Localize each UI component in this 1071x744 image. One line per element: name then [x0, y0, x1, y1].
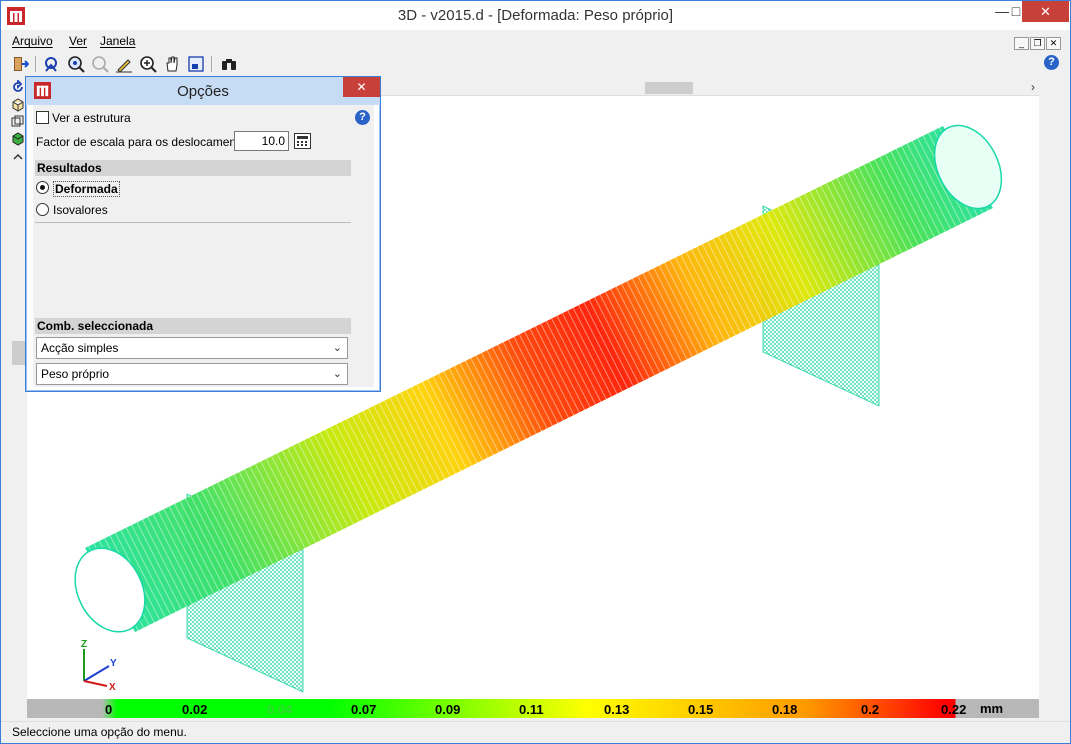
mdi-minimize-button[interactable]: _: [1014, 37, 1029, 50]
legend-value: 0.11: [519, 702, 544, 717]
rotate-view-icon[interactable]: [43, 55, 61, 73]
solid-view-icon[interactable]: [11, 132, 25, 146]
radio-deformada-label: Deformada: [53, 181, 120, 197]
status-text: Seleccione uma opção do menu.: [12, 725, 187, 739]
legend-value: 0.2: [861, 702, 880, 717]
radio-deformada[interactable]: [36, 181, 49, 194]
action-select-value: Acção simples: [41, 341, 119, 355]
status-bar: Seleccione uma opção do menu.: [1, 721, 1070, 743]
legend-value: 0.15: [688, 702, 714, 717]
legend-value: 0.04: [267, 702, 293, 717]
window-title: 3D - v2015.d - [Deformada: Peso próprio]: [397, 7, 674, 24]
pan-hand-icon[interactable]: [163, 55, 181, 73]
vertical-scroll-thumb[interactable]: [12, 341, 26, 365]
help-icon[interactable]: ?: [1044, 55, 1059, 70]
options-body: Ver a estrutura ? Factor de escala para …: [33, 105, 374, 387]
results-section-header: Resultados: [35, 160, 351, 176]
color-legend: 0 0.02 0.04 0.07 0.09 0.11 0.13 0.15 0.1…: [27, 699, 1039, 718]
menu-arquivo[interactable]: Arquivo: [12, 34, 53, 48]
show-structure-label: Ver a estrutura: [52, 111, 131, 125]
load-select-value: Peso próprio: [41, 367, 110, 381]
close-button[interactable]: ✕: [1022, 1, 1069, 22]
options-help-icon[interactable]: ?: [355, 110, 370, 125]
toolbar: [1, 53, 1070, 75]
legend-value: 0.22: [941, 702, 967, 717]
menu-ver[interactable]: Ver: [69, 34, 87, 48]
legend-value: 0.09: [435, 702, 461, 717]
title-bar: 3D - v2015.d - [Deformada: Peso próprio]…: [1, 1, 1070, 30]
binoculars-icon[interactable]: [220, 55, 238, 73]
axis-z-label: Z: [81, 639, 87, 650]
zoom-previous-icon[interactable]: [91, 55, 109, 73]
combination-section-header: Comb. seleccionada: [35, 318, 351, 334]
section-divider: [35, 222, 351, 223]
options-title-bar[interactable]: Opções ✕: [26, 77, 380, 105]
mdi-controls: _ ❐ ✕: [1014, 35, 1062, 50]
mdi-restore-button[interactable]: ❐: [1030, 37, 1045, 50]
cube-view-icon[interactable]: [11, 98, 25, 112]
menu-bar: Arquivo Ver Janela: [1, 31, 1070, 51]
refresh-view-icon[interactable]: [187, 55, 205, 73]
main-window: 3D - v2015.d - [Deformada: Peso próprio]…: [0, 0, 1071, 744]
chevron-down-icon: ⌄: [332, 368, 342, 380]
chevron-down-icon: ⌄: [332, 342, 342, 354]
rotate-icon[interactable]: [11, 80, 25, 94]
toolbar-separator: [35, 56, 36, 72]
action-select[interactable]: Acção simples ⌄: [36, 337, 348, 359]
scale-factor-input[interactable]: 10.0: [234, 131, 289, 151]
legend-unit: mm: [980, 701, 1004, 716]
scale-factor-label: Factor de escala para os deslocamentos: [36, 135, 253, 149]
scroll-right-arrow-icon[interactable]: ›: [1031, 80, 1035, 94]
legend-value: 0: [105, 702, 113, 717]
axis-x-label: X: [109, 682, 116, 693]
menu-janela[interactable]: Janela: [100, 34, 135, 48]
horizontal-scroll-thumb[interactable]: [645, 82, 693, 94]
mdi-close-button[interactable]: ✕: [1046, 37, 1061, 50]
legend-value: 0.02: [182, 702, 208, 717]
legend-value: 0.13: [604, 702, 630, 717]
radio-isovalores-label: Isovalores: [53, 203, 108, 217]
options-panel: Opções ✕ Ver a estrutura ? Factor de esc…: [25, 76, 381, 392]
options-title: Opções: [177, 83, 229, 100]
legend-value: 0.18: [772, 702, 798, 717]
exit-door-icon[interactable]: [11, 55, 29, 73]
calculator-icon[interactable]: [294, 133, 311, 149]
legend-value: 0.07: [351, 702, 377, 717]
options-close-button[interactable]: ✕: [343, 77, 380, 97]
edit-pencil-icon[interactable]: [115, 55, 133, 73]
radio-isovalores[interactable]: [36, 203, 49, 216]
wireframe-view-icon[interactable]: [11, 115, 25, 129]
axis-y-label: Y: [110, 658, 117, 669]
axis-indicator: [83, 649, 110, 687]
toolbar-separator: [211, 56, 212, 72]
load-select[interactable]: Peso próprio ⌄: [36, 363, 348, 385]
chevron-up-icon[interactable]: [11, 150, 25, 164]
zoom-icon[interactable]: [139, 55, 157, 73]
show-structure-checkbox[interactable]: [36, 111, 49, 124]
zoom-window-icon[interactable]: [67, 55, 85, 73]
